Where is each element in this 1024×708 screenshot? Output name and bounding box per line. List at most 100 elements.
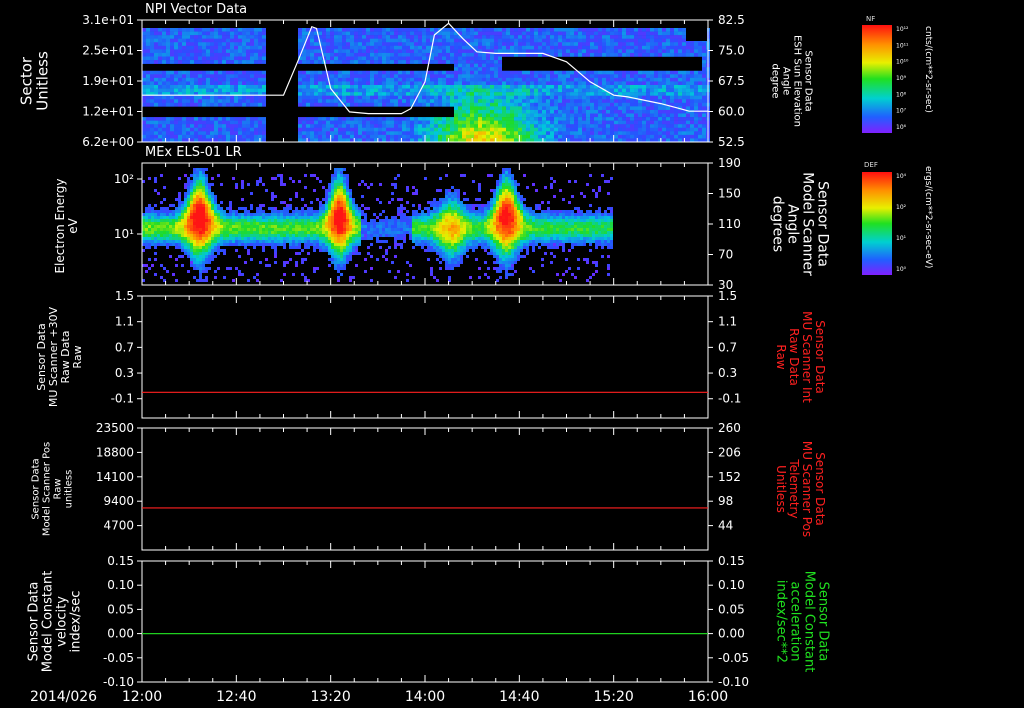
spectrogram-cell [626,81,630,86]
spectrogram-cell [670,127,674,132]
spectrogram-cell [154,42,158,47]
spectrogram-cell [690,99,694,104]
spectrogram-cell [187,180,190,183]
spectrogram-cell [650,85,654,89]
spectrogram-cell [310,49,314,54]
spectrogram-cell [234,38,238,43]
spectrogram-cell [193,201,196,204]
spectrogram-cell [214,207,217,210]
spectrogram-cell [670,120,674,125]
spectrogram-cell [178,255,181,258]
spectrogram-cell [418,42,422,47]
spectrogram-cell [316,231,319,234]
spectrogram-cell [319,249,322,252]
spectrogram-cell [498,106,502,111]
spectrogram-cell [238,95,242,100]
spectrogram-cell [394,102,398,107]
spectrogram-cell [626,77,630,82]
spectrogram-cell [338,120,342,125]
spectrogram-cell [208,228,211,231]
spectrogram-cell [230,38,234,43]
spectrogram-cell [196,171,199,174]
spectrogram-cell [262,222,265,225]
spectrogram-cell [674,70,678,75]
spectrogram-cell [502,109,506,114]
spectrogram-cell [414,120,418,125]
spectrogram-cell [602,70,606,75]
spectrogram-cell [314,81,318,86]
spectrogram-cell [474,38,478,43]
spectrogram-cell [350,60,354,64]
spectrogram-cell [622,74,626,79]
spectrogram-cell [310,124,314,129]
spectrogram-cell [187,255,190,258]
spectrogram-cell [478,117,482,121]
spectrogram-cell [181,246,184,249]
spectrogram-cell [506,102,510,107]
spectrogram-cell [142,42,146,47]
spectrogram-cell [662,38,666,43]
spectrogram-cell [158,117,162,121]
spectrogram-cell [662,95,666,100]
spectrogram-cell [316,234,319,237]
spectrogram-cell [322,35,326,39]
spectrogram-cell [522,134,526,139]
spectrogram-cell [510,45,514,50]
spectrogram-cell [314,77,318,82]
spectrogram-cell [194,74,198,79]
spectrogram-cell [178,234,181,237]
spectrogram-cell [622,49,626,54]
spectrogram-cell [301,216,304,219]
spectrogram-cell [466,63,470,68]
spectrogram-cell [206,42,210,47]
spectrogram-cell [590,88,594,93]
spectrogram-cell [206,81,210,86]
spectrogram-cell [205,270,208,273]
spectrogram-cell [442,56,446,61]
spectrogram-cell [274,216,277,219]
spectrogram-cell [325,231,328,234]
spectrogram-cell [217,240,220,243]
spectrogram-cell [319,234,322,237]
spectrogram-cell [181,216,184,219]
spectrogram-cell [514,106,518,111]
spectrogram-cell [558,70,562,75]
spectrogram-cell [414,45,418,50]
spectrogram-cell [322,95,326,100]
spectrogram-cell [148,234,151,237]
spectrogram-cell [199,204,202,207]
spectrogram-cell [450,52,454,57]
spectrogram-cell [250,127,254,132]
spectrogram-cell [474,99,478,104]
spectrogram-cell [253,213,256,216]
spectrogram-cell [210,60,214,64]
spectrogram-cell [522,88,526,93]
spectrogram-cell [307,243,310,246]
spectrogram-cell [194,70,198,75]
spectrogram-cell [174,70,178,75]
spectrogram-cell [304,276,307,279]
spectrogram-cell [642,52,646,57]
spectrogram-cell [366,81,370,86]
spectrogram-cell [242,49,246,54]
spectrogram-cell [378,70,382,75]
spectrogram-cell [172,219,175,222]
spectrogram-cell [550,88,554,93]
spectrogram-cell [642,95,646,100]
spectrogram-cell [542,102,546,107]
spectrogram-cell [610,42,614,47]
spectrogram-cell [546,134,550,139]
spectrogram-cell [182,60,186,64]
spectrogram-cell [362,49,366,54]
spectrogram-cell [514,35,518,39]
spectrogram-cell [554,117,558,121]
spectrogram-cell [638,28,642,32]
spectrogram-cell [354,127,358,132]
spectrogram-cell [422,31,426,36]
spectrogram-cell [362,77,366,82]
spectrogram-cell [319,231,322,234]
spectrogram-cell [514,102,518,107]
spectrogram-cell [208,195,211,198]
spectrogram-cell [186,60,190,64]
spectrogram-cell [494,31,498,36]
